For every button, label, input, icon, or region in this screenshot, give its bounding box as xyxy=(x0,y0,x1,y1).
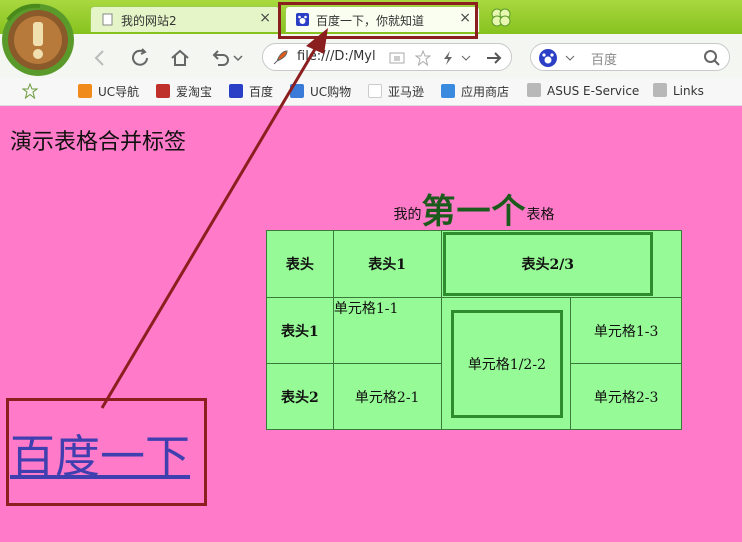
row-header-cell: 表头1 xyxy=(266,297,334,364)
page-icon xyxy=(102,13,113,26)
bookmark-baidu[interactable]: 百度 xyxy=(229,83,273,100)
go-arrow-icon[interactable] xyxy=(485,50,503,66)
chevron-down-icon[interactable] xyxy=(565,54,575,62)
bookmark-uc-nav[interactable]: UC导航 xyxy=(78,83,139,100)
uc-browser-logo[interactable] xyxy=(0,0,82,82)
home-icon[interactable] xyxy=(168,46,192,70)
search-box[interactable]: 百度 xyxy=(530,43,730,71)
chevron-down-icon[interactable] xyxy=(232,46,244,70)
table-header-cell-merged: 表头2/3 xyxy=(440,230,683,298)
table-header-row: 表头 表头1 表头2/3 xyxy=(266,230,683,298)
caption-suffix: 表格 xyxy=(526,207,555,223)
caption-emphasis: 第一个 xyxy=(421,192,527,232)
tab-my-site[interactable]: 我的网站2 × xyxy=(90,6,280,32)
table-row: 表头1 单元格1-1 单元格1/2-2 单元格1-3 xyxy=(266,297,682,430)
caption-prefix: 我的 xyxy=(393,207,422,223)
bookmark-links[interactable]: Links xyxy=(653,83,704,98)
star-icon[interactable] xyxy=(415,50,431,66)
new-tab-clover-icon[interactable] xyxy=(488,6,514,28)
baidu-paw-icon xyxy=(229,84,243,98)
table-cell: 单元格1-3 xyxy=(570,297,682,364)
app-store-icon xyxy=(441,84,455,98)
chevron-down-icon[interactable] xyxy=(461,54,471,62)
tab-title: 我的网站2 xyxy=(121,14,177,28)
row-header-cell: 表头2 xyxy=(266,363,334,430)
star-icon[interactable] xyxy=(22,83,38,99)
folder-icon xyxy=(527,83,541,97)
uc-shopping-icon xyxy=(290,84,304,98)
address-text[interactable]: file:///D:/Myl xyxy=(297,49,376,64)
merged-cell-box: 单元格1/2-2 xyxy=(450,309,564,418)
aitaobao-icon xyxy=(156,84,170,98)
folder-icon xyxy=(653,83,667,97)
table-cell: 单元格1-1 xyxy=(332,297,442,364)
lightning-icon[interactable] xyxy=(441,50,455,66)
rocket-icon xyxy=(273,50,288,65)
back-icon[interactable] xyxy=(88,46,112,70)
reader-icon[interactable] xyxy=(389,51,405,65)
baidu-link[interactable]: 百度一下 xyxy=(10,420,190,485)
table-cell: 单元格2-1 xyxy=(332,363,442,430)
tab-highlight-box xyxy=(278,2,478,39)
page-heading: 演示表格合并标签 xyxy=(10,130,187,155)
bookmark-asus-eservice[interactable]: ASUS E-Service xyxy=(527,83,639,98)
bookmark-amazon[interactable]: 亚马逊 xyxy=(368,83,424,100)
address-bar[interactable]: file:///D:/Myl xyxy=(262,43,512,71)
merged-header-box: 表头2/3 xyxy=(442,232,653,296)
uc-nav-icon xyxy=(78,84,92,98)
bookmark-uc-shopping[interactable]: UC购物 xyxy=(290,83,351,100)
merged-cell-table: 表头 表头1 表头2/3 表头1 单元格1-1 单元格1/2-2 单元格1-3 … xyxy=(266,230,683,430)
table-cell: 单元格2-3 xyxy=(570,363,682,430)
refresh-icon[interactable] xyxy=(128,46,152,70)
bookmarks-bar: UC导航 爱淘宝 百度 UC购物 亚马逊 应用商店 ASUS E-Service… xyxy=(0,78,742,106)
undo-icon[interactable] xyxy=(208,46,232,70)
baidu-paw-icon[interactable] xyxy=(539,49,557,67)
search-input[interactable]: 百度 xyxy=(591,49,617,68)
table-caption: 我的第一个表格 xyxy=(266,184,682,233)
table-header-cell: 表头 xyxy=(266,230,334,298)
close-icon[interactable]: × xyxy=(259,10,271,26)
table-cell-merged: 单元格1/2-2 xyxy=(440,297,572,430)
search-icon[interactable] xyxy=(703,49,721,67)
amazon-icon xyxy=(368,84,382,98)
table-header-cell: 表头1 xyxy=(332,230,442,298)
bookmark-aitaobao[interactable]: 爱淘宝 xyxy=(156,83,212,100)
bookmark-app-store[interactable]: 应用商店 xyxy=(441,83,509,100)
